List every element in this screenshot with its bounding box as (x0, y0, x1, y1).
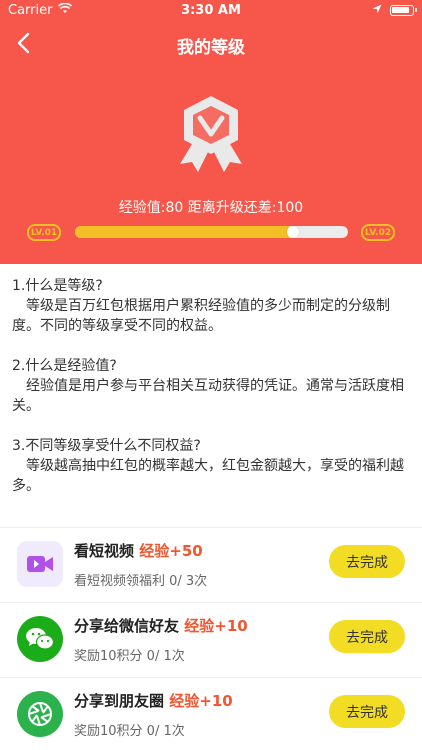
faq-answer: 经验值是用户参与平台相关互动获得的凭证。通常与活跃度相关。 (12, 378, 404, 414)
page-title: 我的等级 (177, 38, 245, 58)
task-exp-reward: 经验+50 (139, 542, 203, 560)
status-bar: Carrier 3:30 AM (0, 0, 422, 22)
faq-question: 2.什么是经验值? (12, 358, 117, 374)
task-progress-text: 看短视频领福利 0/ 3次 (74, 574, 208, 589)
complete-task-button[interactable]: 去完成 (329, 545, 405, 578)
complete-task-button[interactable]: 去完成 (329, 695, 405, 728)
task-list: 看短视频 经验+50 看短视频领福利 0/ 3次 去完成 分享给微信好友 经验+… (0, 528, 422, 750)
faq-item: 1.什么是等级? 等级是百万红包根据用户累积经验值的多少而制定的分级制度。不同的… (12, 276, 414, 336)
task-exp-reward: 经验+10 (184, 617, 248, 635)
level-faq: 1.什么是等级? 等级是百万红包根据用户累积经验值的多少而制定的分级制度。不同的… (12, 276, 414, 516)
level-progress-fill (75, 226, 294, 238)
faq-question: 1.什么是等级? (12, 278, 103, 294)
level-badge-icon (170, 92, 252, 174)
moments-icon (17, 691, 63, 737)
task-title: 分享给微信好友 (74, 617, 180, 635)
faq-question: 3.不同等级享受什么不同权益? (12, 438, 201, 454)
task-progress-text: 奖励10积分 0/ 1次 (74, 724, 185, 739)
task-title: 看短视频 (74, 542, 135, 560)
task-exp-reward: 经验+10 (169, 692, 233, 710)
level-header: Carrier 3:30 AM 我的等级 经验值:80 距离升级还差:100 L… (0, 0, 422, 264)
task-title: 分享到朋友圈 (74, 692, 165, 710)
navigation-bar: 我的等级 (0, 22, 422, 66)
task-progress-text: 奖励10积分 0/ 1次 (74, 649, 185, 664)
level-progress-bar (75, 226, 348, 238)
task-item-moments: 分享到朋友圈 经验+10 奖励10积分 0/ 1次 去完成 (0, 678, 422, 750)
complete-task-button[interactable]: 去完成 (329, 620, 405, 653)
faq-item: 3.不同等级享受什么不同权益? 等级越高抽中红包的概率越大，红包金额越大，享受的… (12, 436, 414, 496)
faq-answer: 等级是百万红包根据用户累积经验值的多少而制定的分级制度。不同的等级享受不同的权益… (12, 298, 390, 334)
experience-text: 经验值:80 距离升级还差:100 (118, 200, 304, 216)
task-item-wechat: 分享给微信好友 经验+10 奖励10积分 0/ 1次 去完成 (0, 603, 422, 678)
current-level-badge: LV.01 (27, 224, 61, 241)
faq-item: 2.什么是经验值? 经验值是用户参与平台相关互动获得的凭证。通常与活跃度相关。 (12, 356, 414, 416)
task-item-video: 看短视频 经验+50 看短视频领福利 0/ 3次 去完成 (0, 528, 422, 603)
wechat-icon (17, 616, 63, 662)
video-icon (17, 541, 63, 587)
faq-answer: 等级越高抽中红包的概率越大，红包金额越大，享受的福利越多。 (12, 458, 404, 494)
location-icon (372, 3, 382, 18)
next-level-badge: LV.02 (361, 224, 395, 241)
status-time: 3:30 AM (181, 3, 241, 18)
battery-icon (390, 5, 417, 16)
